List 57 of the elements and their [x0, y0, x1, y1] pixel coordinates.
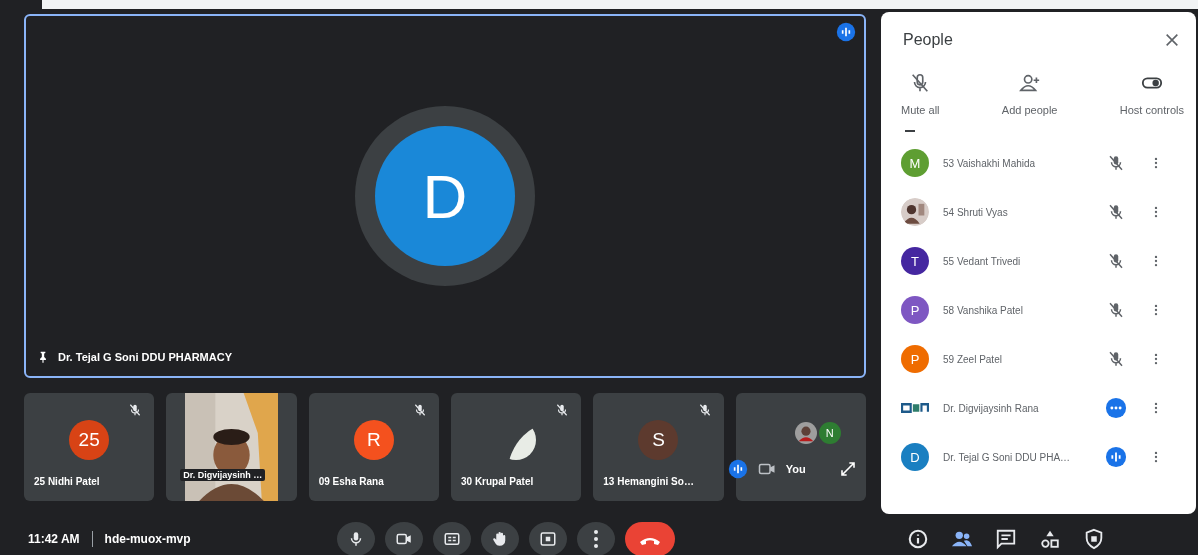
info-icon — [906, 528, 929, 550]
participant-name: Dr. Digvijaysinh Rana — [943, 402, 1040, 414]
avatar: T — [901, 247, 929, 275]
participant-name: 13 Hemangini So… — [603, 476, 694, 487]
mic-off-icon — [1107, 154, 1125, 172]
participant-name: Dr. Tejal G Soni DDU PHARMACY — [58, 351, 232, 363]
avatar: P — [901, 296, 929, 324]
avatar: S — [638, 420, 679, 460]
avatar: D — [901, 443, 929, 471]
avatar: R — [353, 420, 394, 460]
close-icon — [1164, 32, 1180, 48]
self-label: You — [785, 463, 806, 475]
meeting-code: hde-muox-mvp — [104, 532, 192, 546]
captions-icon — [442, 530, 461, 548]
participant-name: 59 Zeel Patel — [943, 353, 1003, 365]
participant-name: 53 Vaishakhi Mahida — [943, 157, 1037, 169]
avatar: 25 — [69, 420, 110, 460]
participant-name: 30 Krupal Patel — [461, 476, 534, 487]
avatar — [794, 422, 817, 444]
camera-button[interactable] — [384, 522, 423, 555]
mic-off-icon — [1107, 252, 1125, 270]
captions-button[interactable] — [432, 522, 471, 555]
avatar: P — [901, 345, 929, 373]
speaking-icon — [727, 459, 748, 479]
more-dots-icon — [1105, 397, 1127, 419]
participant-name: 55 Vedant Trivedi — [943, 255, 1022, 267]
participant-name: 25 Nidhi Patel — [34, 476, 100, 487]
present-button[interactable] — [528, 522, 567, 555]
participant-name: 09 Esha Rana — [318, 476, 384, 487]
logo-icon — [901, 403, 929, 413]
avatar: N — [818, 422, 841, 444]
expand-icon[interactable] — [839, 461, 856, 477]
mic-off-icon — [1107, 301, 1125, 319]
more-options-icon — [593, 530, 598, 548]
activities-icon — [1038, 528, 1061, 550]
host-controls-button[interactable]: Host controls — [1119, 72, 1184, 116]
mic-off-icon — [1107, 203, 1125, 221]
avatar: D — [375, 126, 515, 266]
mute-all-button[interactable]: Mute all — [901, 72, 940, 116]
avatar — [901, 198, 929, 226]
chat-icon — [994, 528, 1017, 550]
clock-time: 11:42 AM — [28, 532, 80, 546]
end-call-button[interactable] — [624, 522, 675, 555]
participant-name: 58 Vanshika Patel — [943, 304, 1024, 316]
microphone-button[interactable] — [336, 522, 375, 555]
participant-name: Dr. Digvijaysinh … — [180, 469, 266, 481]
speaking-icon — [1105, 446, 1127, 468]
panel-title: People — [903, 31, 953, 49]
mic-off-icon — [1107, 350, 1125, 368]
add-person-icon — [1018, 72, 1041, 94]
avatar: M — [901, 149, 929, 177]
participant-name: 54 Shruti Vyas — [943, 206, 1009, 218]
present-icon — [538, 530, 557, 548]
participant-name: Dr. Tejal G Soni DDU PHA… — [943, 451, 1072, 463]
raise-hand-button[interactable] — [480, 522, 519, 555]
more-options-button[interactable] — [576, 522, 615, 555]
add-people-button[interactable]: Add people — [1001, 72, 1058, 116]
